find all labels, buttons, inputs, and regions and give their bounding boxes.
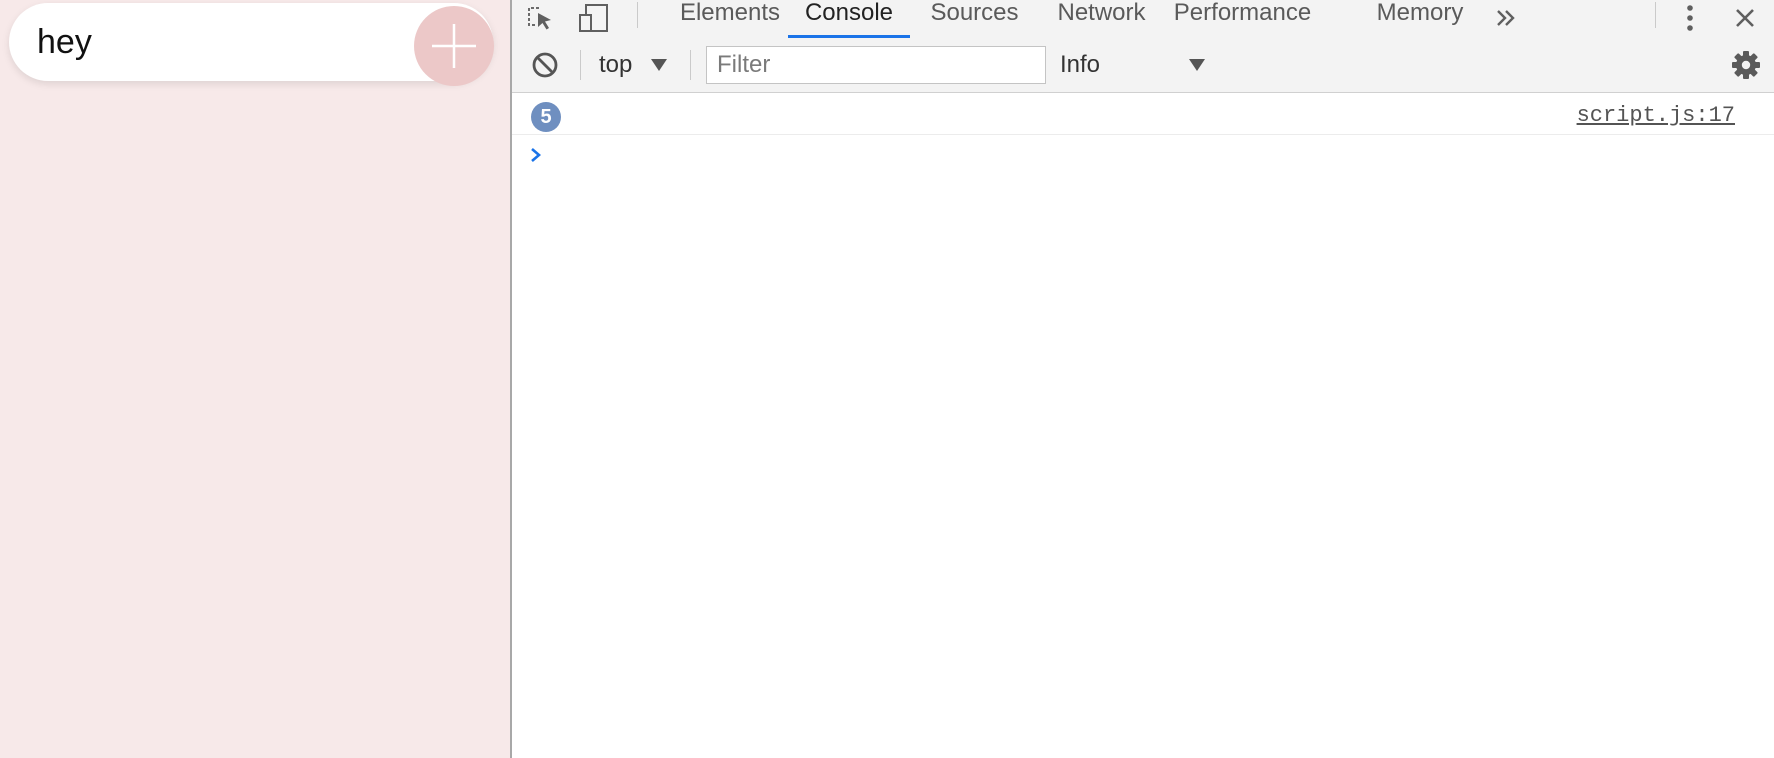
add-button[interactable] [414,6,494,86]
device-toolbar-icon[interactable] [576,0,612,36]
tab-network[interactable]: Network [1038,0,1165,38]
more-tabs-icon[interactable] [1491,0,1521,36]
context-selector-label: top [599,51,633,78]
tab-console[interactable]: Console [788,0,910,38]
tab-elements[interactable]: Elements [667,0,793,38]
tab-performance[interactable]: Performance [1164,0,1321,38]
console-toolbar: top Info [512,38,1774,93]
toolbar-divider [637,2,638,28]
devtools-tab-bar: Elements Console Sources Network Perform… [512,0,1774,39]
toolbar-divider [580,50,581,80]
gear-icon[interactable] [1730,49,1762,86]
filter-input[interactable] [706,46,1046,84]
tab-sources[interactable]: Sources [911,0,1038,38]
toolbar-divider [1655,2,1656,28]
more-options-icon[interactable] [1678,0,1702,36]
chevron-right-icon [531,148,541,162]
inspect-element-icon[interactable] [522,0,558,36]
repeat-count-badge: 5 [531,102,561,132]
clear-console-icon[interactable] [531,51,559,84]
app-page [0,0,510,758]
todo-input-container [9,3,494,86]
console-messages: 5 script.js:17 [512,93,1774,758]
dropdown-arrow-icon [651,59,667,71]
todo-input[interactable] [9,3,389,81]
tab-memory[interactable]: Memory [1360,0,1480,38]
dropdown-arrow-icon [1189,59,1205,71]
source-link[interactable]: script.js:17 [1577,103,1735,128]
console-message-row: 5 script.js:17 [512,93,1774,135]
devtools-panel: Elements Console Sources Network Perform… [512,0,1774,758]
log-level-label: Info [1060,51,1101,78]
plus-icon [432,24,476,68]
close-icon[interactable] [1730,0,1760,36]
console-prompt[interactable] [512,137,1774,171]
toolbar-divider [690,50,691,80]
